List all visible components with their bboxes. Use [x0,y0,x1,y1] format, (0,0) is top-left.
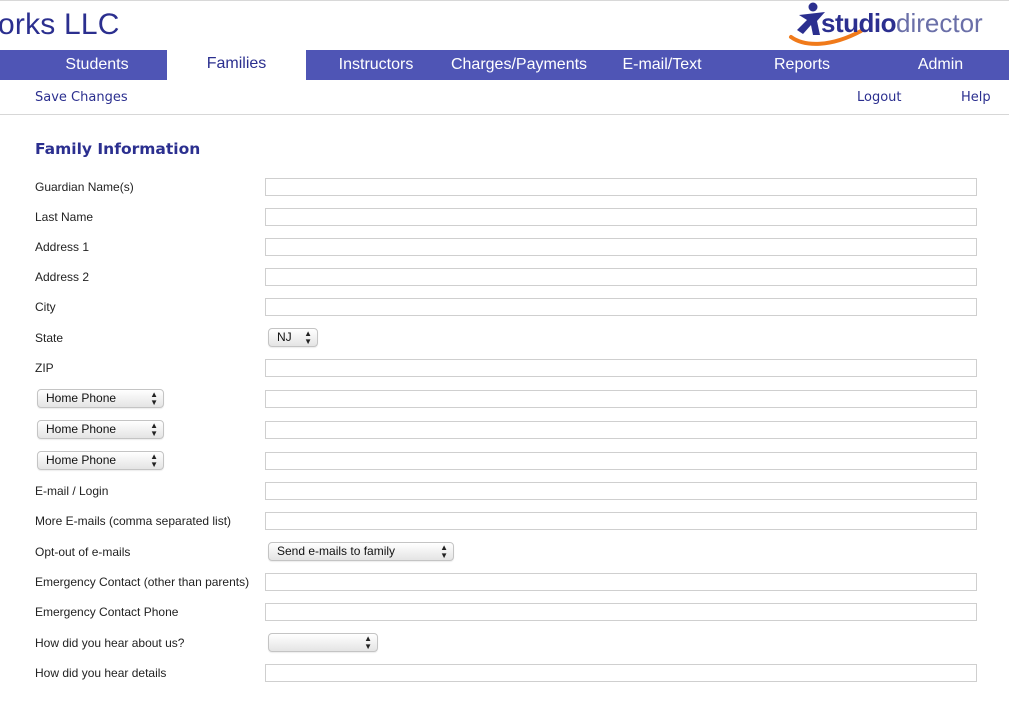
emergency-contact-label: Emergency Contact (other than parents) [35,575,250,589]
section-title: Family Information [35,140,201,158]
state-label: State [35,331,64,345]
help-link[interactable]: Help [961,90,991,105]
emergency-phone-label: Emergency Contact Phone [35,605,179,619]
zip-label: ZIP [35,361,54,375]
hear-about-label: How did you hear about us? [35,636,185,650]
address1-label: Address 1 [35,240,90,254]
state-select[interactable]: NJ ▲ ▼ [268,328,318,347]
hear-about-select[interactable]: ▲ ▼ [268,633,378,652]
tab-instructors[interactable]: Instructors [306,50,446,80]
hear-details-input[interactable] [265,664,977,682]
select-arrows-icon: ▲ ▼ [150,390,158,407]
main-nav: Students Families Instructors Charges/Pa… [0,49,1009,80]
emergency-phone-input[interactable] [265,603,977,621]
last-name-input[interactable] [265,208,977,226]
select-arrows-icon: ▲ ▼ [364,634,372,651]
email-login-label: E-mail / Login [35,484,109,498]
phone1-type-select[interactable]: Home Phone ▲ ▼ [37,389,164,408]
logo-director-text: director [896,8,983,38]
address2-label: Address 2 [35,270,90,284]
tab-charges-payments[interactable]: Charges/Payments [446,50,592,80]
studio-director-logo[interactable]: studiodirector [787,1,1009,49]
logout-link[interactable]: Logout [857,90,902,105]
email-login-input[interactable] [265,482,977,500]
select-arrows-icon: ▲ ▼ [150,421,158,438]
zip-input[interactable] [265,359,977,377]
hear-details-label: How did you hear details [35,666,167,680]
phone1-input[interactable] [265,390,977,408]
tab-reports[interactable]: Reports [732,50,872,80]
phone3-input[interactable] [265,452,977,470]
phone3-type-value: Home Phone [46,453,117,467]
phone1-type-value: Home Phone [46,391,117,405]
city-label: City [35,300,56,314]
company-name: orks LLC [0,8,120,41]
more-emails-label: More E-mails (comma separated list) [35,514,232,528]
emergency-contact-input[interactable] [265,573,977,591]
logo-studio-text: studio [821,8,897,38]
select-arrows-icon: ▲ ▼ [304,329,312,346]
phone2-type-value: Home Phone [46,422,117,436]
tab-admin[interactable]: Admin [872,50,1009,80]
tab-students[interactable]: Students [27,50,167,80]
app-header: orks LLC studiodirector [0,0,1009,50]
phone2-input[interactable] [265,421,977,439]
tab-families[interactable]: Families [167,49,306,80]
phone3-type-select[interactable]: Home Phone ▲ ▼ [37,451,164,470]
address2-input[interactable] [265,268,977,286]
opt-out-select[interactable]: Send e-mails to family ▲ ▼ [268,542,454,561]
save-changes-link[interactable]: Save Changes [35,90,128,105]
city-input[interactable] [265,298,977,316]
address1-input[interactable] [265,238,977,256]
action-bar: Save Changes Logout Help [0,80,1009,115]
tab-email-text[interactable]: E-mail/Text [592,50,732,80]
opt-out-value: Send e-mails to family [277,544,396,558]
state-select-value: NJ [277,330,292,344]
select-arrows-icon: ▲ ▼ [150,452,158,469]
last-name-label: Last Name [35,210,94,224]
guardian-name-label: Guardian Name(s) [35,180,134,194]
more-emails-input[interactable] [265,512,977,530]
guardian-name-input[interactable] [265,178,977,196]
select-arrows-icon: ▲ ▼ [440,543,448,560]
opt-out-label: Opt-out of e-mails [35,545,131,559]
phone2-type-select[interactable]: Home Phone ▲ ▼ [37,420,164,439]
